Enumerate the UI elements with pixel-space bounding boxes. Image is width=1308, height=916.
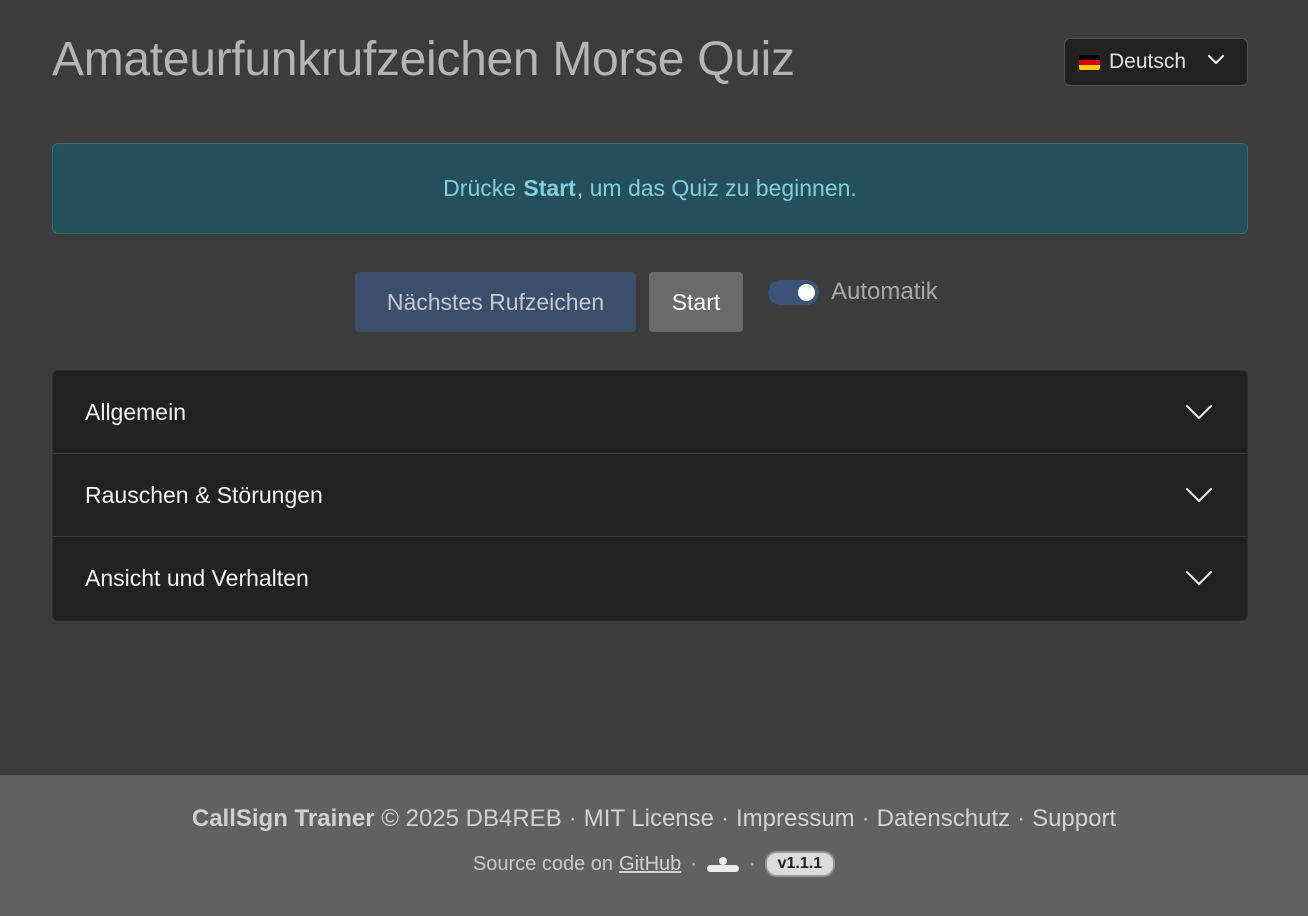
page: Amateurfunkrufzeichen Morse Quiz Deutsch… (0, 0, 1308, 916)
github-link[interactable]: GitHub (619, 853, 681, 876)
footer-copyright: © 2025 DB4REB (381, 805, 562, 832)
accordion-item-label: Allgemein (85, 398, 186, 425)
next-callsign-button[interactable]: Nächstes Rufzeichen (355, 272, 636, 332)
chevron-down-icon (1186, 571, 1212, 585)
chevron-down-icon (1207, 54, 1225, 65)
footer-separator: · (861, 805, 870, 832)
accordion-item-label: Rauschen & Störungen (85, 481, 323, 508)
license-link[interactable]: MIT License (584, 805, 714, 832)
language-select[interactable]: Deutsch (1064, 38, 1248, 86)
datenschutz-link[interactable]: Datenschutz (877, 805, 1010, 832)
start-button[interactable]: Start (649, 272, 743, 332)
alert-text-after: , um das Quiz zu beginnen. (576, 175, 857, 201)
support-link[interactable]: Support (1032, 805, 1116, 832)
language-select-label: Deutsch (1109, 50, 1187, 73)
footer-separator: · (568, 805, 577, 832)
accordion-item-ansicht[interactable]: Ansicht und Verhalten (53, 537, 1247, 620)
version-badge: v1.1.1 (764, 851, 836, 877)
accordion-item-rauschen[interactable]: Rauschen & Störungen (53, 454, 1247, 537)
toggle-knob (798, 284, 815, 301)
accordion-item-allgemein[interactable]: Allgemein (53, 371, 1247, 454)
flag-de-icon (1079, 54, 1100, 70)
footer-separator: · (748, 852, 756, 875)
footer-separator: · (720, 805, 729, 832)
info-alert: Drücke Start, um das Quiz zu beginnen. (52, 143, 1248, 234)
source-code-text: Source code on (472, 852, 614, 875)
footer-links-row: CallSign Trainer © 2025 DB4REB · MIT Licen… (0, 805, 1308, 833)
chevron-down-icon (1186, 488, 1212, 502)
user-icon[interactable] (706, 855, 740, 873)
alert-text-strong: Start (523, 175, 576, 201)
chevron-down-icon (1186, 405, 1212, 419)
impressum-link[interactable]: Impressum (736, 805, 855, 832)
footer-brand: CallSign Trainer (191, 805, 375, 832)
page-title: Amateurfunkrufzeichen Morse Quiz (52, 33, 795, 86)
automatik-label: Automatik (831, 278, 938, 305)
footer-separator: · (690, 852, 697, 875)
footer: CallSign Trainer © 2025 DB4REB · MIT Licen… (0, 775, 1308, 916)
alert-text-before: Drücke (443, 175, 517, 201)
footer-meta-row: Source code on GitHub · · v1.1.1 (0, 851, 1308, 877)
footer-separator: · (1017, 805, 1026, 832)
automatik-toggle[interactable] (768, 280, 819, 305)
settings-accordion: Allgemein Rauschen & Störungen Ansicht u… (52, 370, 1248, 621)
accordion-item-label: Ansicht und Verhalten (85, 565, 309, 591)
